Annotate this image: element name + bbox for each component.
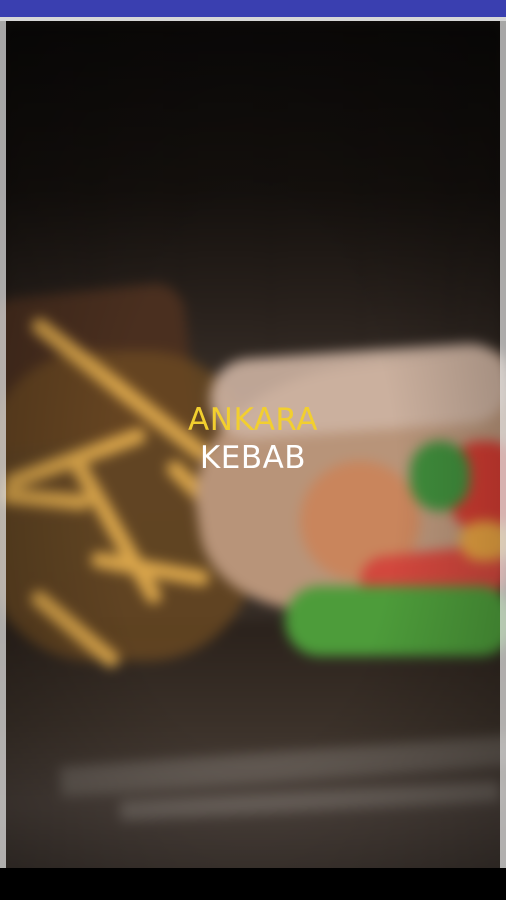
app-title-line2: KEBAB [199, 440, 307, 476]
app-title-line1: ANKARA [188, 402, 318, 438]
status-bar [0, 0, 506, 17]
navigation-bar [0, 868, 506, 900]
splash-screen: ANKARA KEBAB [0, 21, 506, 868]
app-title: ANKARA KEBAB [0, 401, 506, 477]
